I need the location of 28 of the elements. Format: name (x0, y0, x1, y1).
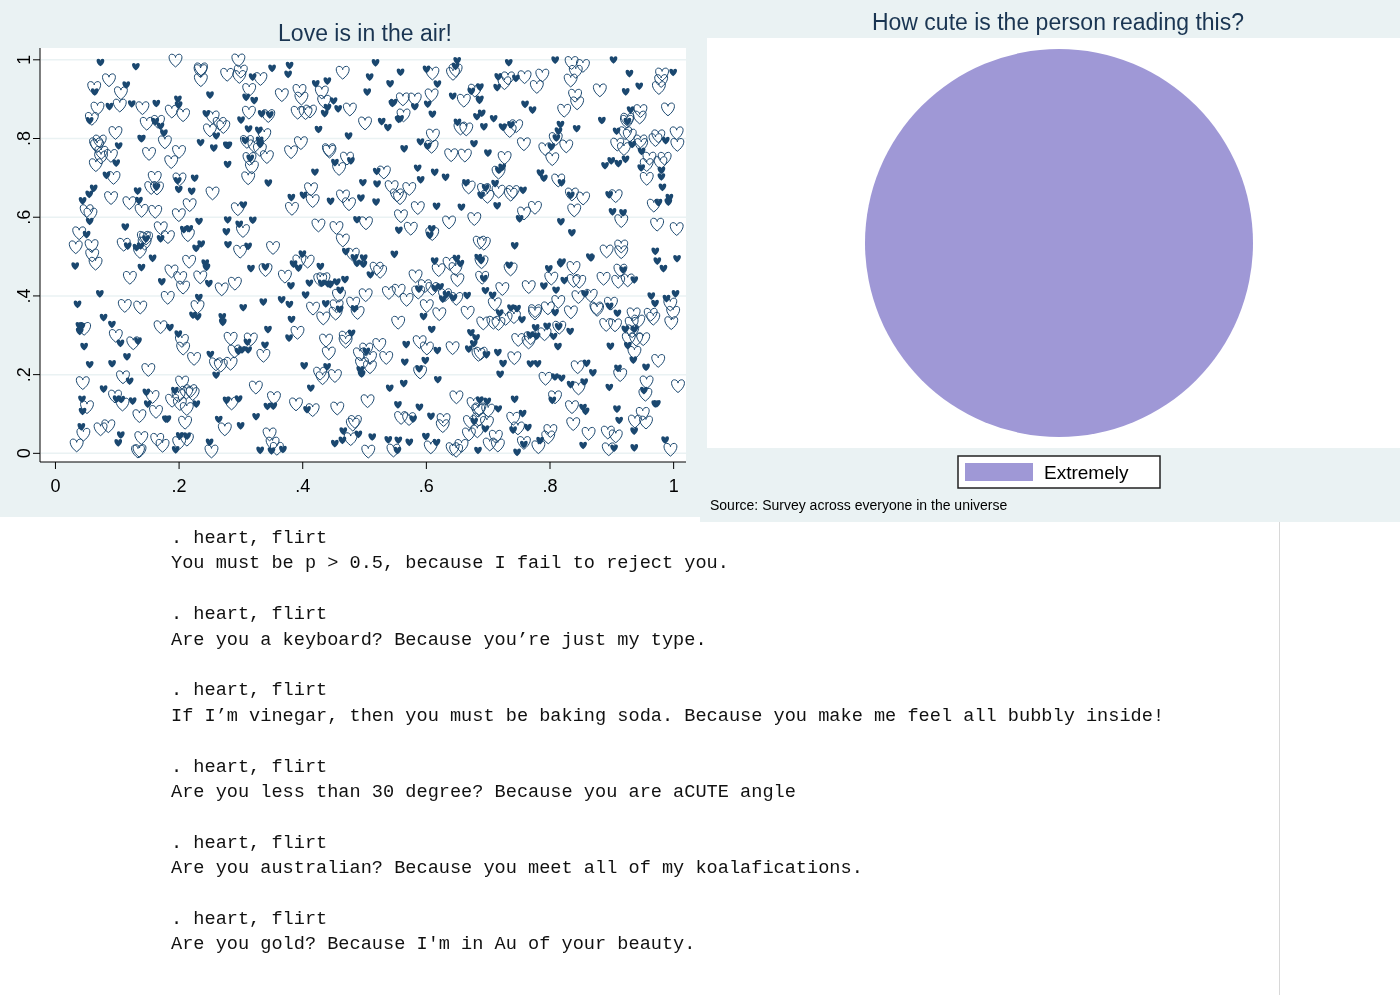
x-tick-label: 0 (50, 476, 61, 496)
x-tick-label: .2 (171, 476, 187, 496)
y-tick-label: .2 (14, 367, 34, 383)
x-tick-label: .6 (418, 476, 434, 496)
y-tick-label: 0 (14, 448, 34, 459)
output-line: Are you australian? Because you meet all of my koalafications. (171, 857, 864, 882)
x-tick-label: 1 (668, 476, 679, 496)
command-line: . heart, flirt (171, 603, 329, 628)
chart-title: Love is in the air! (278, 20, 452, 46)
y-tick-label: .6 (14, 209, 34, 225)
command-line: . heart, flirt (171, 755, 329, 780)
chart-title: How cute is the person reading this? (872, 9, 1244, 35)
command-line: . heart, flirt (171, 527, 329, 551)
source-note: Source: Survey across everyone in the universe (710, 497, 1008, 513)
x-tick-label: .8 (542, 476, 558, 496)
y-tick-label: 1 (14, 54, 34, 65)
command-line: . heart, flirt (171, 831, 329, 856)
output-line: If I’m vinegar, then you must be baking soda. Because you make me feel all bubbly inside! (171, 704, 1166, 729)
output-line: You must be p > 0.5, because I fail to reject you. (171, 552, 730, 577)
y-tick-label: .4 (14, 288, 34, 304)
y-tick-label: .8 (14, 131, 34, 146)
output-line: Are you less than 30 degree? Because you are aCUTE angle (171, 780, 797, 805)
output-line: Are you a keyboard? Because you’re just my type. (171, 628, 708, 653)
command-line: . heart, flirt (171, 679, 329, 704)
output-line: Are you gold? Because I'm in Au of your beauty. (171, 933, 697, 958)
legend-label: Extremely (1044, 462, 1129, 483)
x-tick-label: .4 (295, 476, 311, 496)
command-line: . heart, flirt (171, 907, 329, 932)
